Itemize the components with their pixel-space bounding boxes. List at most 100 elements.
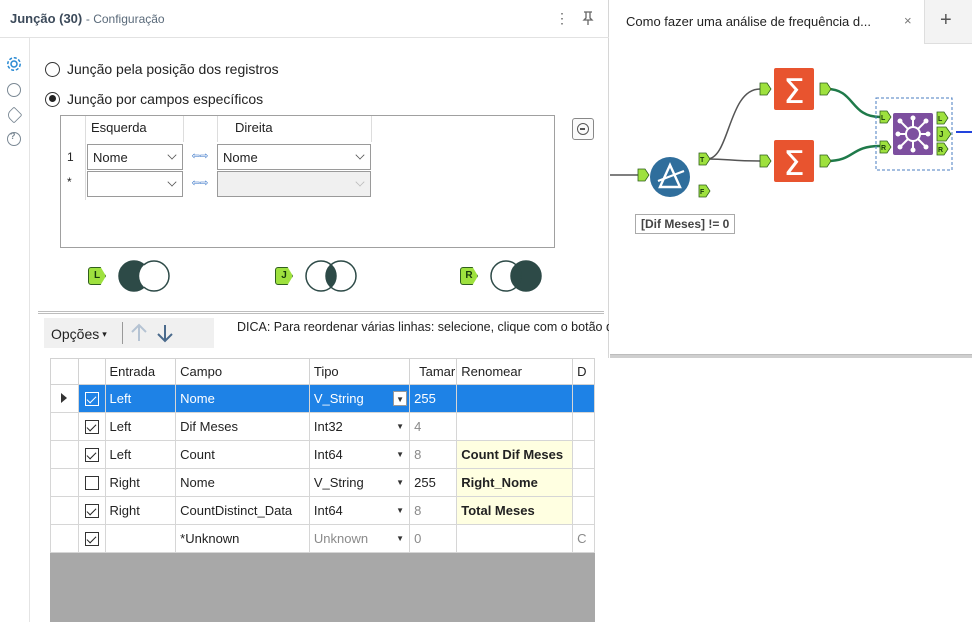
tamanho-cell[interactable]: 255 <box>409 384 458 413</box>
help-icon[interactable]: ? <box>7 131 21 146</box>
include-checkbox[interactable] <box>84 420 99 435</box>
entrada-cell: Left <box>104 384 177 413</box>
renomear-cell[interactable]: Count Dif Meses <box>456 440 574 469</box>
tipo-cell[interactable]: V_String ▼ <box>308 384 411 413</box>
move-up-icon[interactable] <box>128 321 150 345</box>
join-by-fields-option[interactable]: Junção por campos específicos <box>45 90 263 108</box>
column-header-tamanho[interactable]: Tamar <box>409 358 458 385</box>
column-header-entrada[interactable]: Entrada <box>104 358 177 385</box>
table-row[interactable]: Right Nome V_String ▼ 255 Right_Nome <box>50 468 595 497</box>
workflow-tab[interactable]: Como fazer uma análise de frequência d..… <box>610 0 925 44</box>
tipo-cell[interactable]: Int64 ▼ <box>308 440 411 469</box>
type-dropdown-icon[interactable]: ▼ <box>393 531 407 546</box>
include-checkbox[interactable] <box>84 448 99 463</box>
row-header[interactable] <box>50 496 79 525</box>
descricao-cell[interactable] <box>572 496 595 525</box>
filter-tool[interactable]: T F <box>637 152 711 198</box>
campo-cell[interactable]: Count <box>175 440 310 469</box>
table-row[interactable]: Left Nome V_String ▼ 255 <box>50 384 595 413</box>
column-header-descricao[interactable]: D <box>572 358 595 385</box>
remove-join-row-button[interactable] <box>572 118 594 140</box>
row-header[interactable] <box>50 412 79 441</box>
campo-cell[interactable]: Dif Meses <box>175 412 310 441</box>
descricao-cell[interactable] <box>572 468 595 497</box>
new-tab-icon[interactable]: + <box>940 9 952 32</box>
include-cell[interactable] <box>77 496 106 525</box>
tipo-cell[interactable]: Unknown ▼ <box>308 524 411 553</box>
include-checkbox[interactable] <box>84 504 99 519</box>
campo-cell[interactable]: Nome <box>175 384 310 413</box>
type-dropdown-icon[interactable]: ▼ <box>393 419 407 434</box>
inner-join-output-toggle[interactable]: J <box>275 258 375 294</box>
join-by-fields-radio[interactable] <box>45 91 60 107</box>
table-row[interactable]: Left Dif Meses Int32 ▼ 4 <box>50 412 595 441</box>
type-dropdown-icon[interactable]: ▼ <box>393 475 407 490</box>
campo-cell[interactable]: Nome <box>175 468 310 497</box>
column-header-campo[interactable]: Campo <box>175 358 310 385</box>
tamanho-cell[interactable]: 4 <box>409 412 458 441</box>
tamanho-cell[interactable]: 8 <box>409 440 458 469</box>
summarize-tool-2[interactable]: Σ <box>759 140 832 184</box>
tamanho-cell[interactable]: 8 <box>409 496 458 525</box>
include-cell[interactable] <box>77 440 106 469</box>
annotation-tag-icon[interactable] <box>5 106 23 124</box>
table-row[interactable]: Right CountDistinct_Data Int64 ▼ 8 Total Mese… <box>50 496 595 525</box>
settings-gear-icon[interactable] <box>5 55 23 73</box>
join-by-position-radio[interactable] <box>45 61 60 77</box>
tamanho-cell[interactable]: 255 <box>409 468 458 497</box>
table-row[interactable]: *Unknown Unknown ▼ 0 C <box>50 524 595 553</box>
renomear-cell[interactable]: Total Meses <box>456 496 574 525</box>
move-down-icon[interactable] <box>154 321 176 345</box>
tipo-cell[interactable]: Int32 ▼ <box>308 412 411 441</box>
join-right-input-anchor: R <box>881 145 886 152</box>
type-dropdown-icon[interactable]: ▼ <box>393 447 407 462</box>
right-unjoined-output-toggle[interactable]: R <box>460 258 560 294</box>
descricao-cell[interactable] <box>572 384 595 413</box>
include-cell[interactable] <box>77 412 106 441</box>
options-dropdown-button[interactable]: Opções ▾ <box>51 326 107 342</box>
summarize-tool-1[interactable]: Σ <box>759 68 832 112</box>
row-header[interactable] <box>50 468 79 497</box>
close-tab-icon[interactable]: × <box>904 13 912 28</box>
renomear-cell[interactable] <box>456 384 574 413</box>
right-field-select[interactable]: Nome <box>217 144 371 170</box>
renomear-cell[interactable] <box>456 412 574 441</box>
join-tool[interactable]: L R L J R <box>875 97 953 171</box>
renomear-cell[interactable] <box>456 524 574 553</box>
swap-arrows-icon[interactable]: ⇦⇨ <box>185 150 215 164</box>
workflow-canvas[interactable]: T F Σ Σ L R L J R [Dif Meses] != 0 <box>610 45 972 353</box>
descricao-cell[interactable]: C <box>572 524 595 553</box>
include-checkbox[interactable] <box>84 392 99 407</box>
tamanho-cell[interactable]: 0 <box>409 524 458 553</box>
renomear-cell[interactable]: Right_Nome <box>456 468 574 497</box>
swap-arrows-icon[interactable]: ⇦⇨ <box>185 177 215 191</box>
more-options-icon[interactable]: ⋮ <box>552 8 572 28</box>
tipo-cell[interactable]: V_String ▼ <box>308 468 411 497</box>
campo-cell[interactable]: CountDistinct_Data <box>175 496 310 525</box>
include-checkbox[interactable] <box>84 476 99 491</box>
left-field-select-new[interactable] <box>87 171 183 197</box>
descricao-cell[interactable] <box>572 440 595 469</box>
row-header[interactable] <box>50 440 79 469</box>
row-header[interactable] <box>50 384 79 413</box>
column-header-renomear[interactable]: Renomear <box>456 358 574 385</box>
filter-false-anchor: F <box>700 189 705 196</box>
left-field-select[interactable]: Nome <box>87 144 183 170</box>
connection-progress-icon[interactable] <box>7 83 21 97</box>
include-cell[interactable] <box>77 384 106 413</box>
type-dropdown-icon[interactable]: ▼ <box>393 391 408 406</box>
row-header[interactable] <box>50 524 79 553</box>
include-cell[interactable] <box>77 468 106 497</box>
fields-table: Entrada Campo Tipo Tamar Renomear D Left… <box>50 358 595 553</box>
column-header-tipo[interactable]: Tipo <box>308 358 411 385</box>
descricao-cell[interactable] <box>572 412 595 441</box>
type-dropdown-icon[interactable]: ▼ <box>393 503 407 518</box>
campo-cell[interactable]: *Unknown <box>175 524 310 553</box>
left-unjoined-output-toggle[interactable]: L <box>88 258 188 294</box>
include-cell[interactable] <box>77 524 106 553</box>
include-checkbox[interactable] <box>84 532 99 547</box>
table-row[interactable]: Left Count Int64 ▼ 8 Count Dif Meses <box>50 440 595 469</box>
tipo-cell[interactable]: Int64 ▼ <box>308 496 411 525</box>
pin-icon[interactable] <box>578 8 598 28</box>
join-by-position-option[interactable]: Junção pela posição dos registros <box>45 60 279 78</box>
